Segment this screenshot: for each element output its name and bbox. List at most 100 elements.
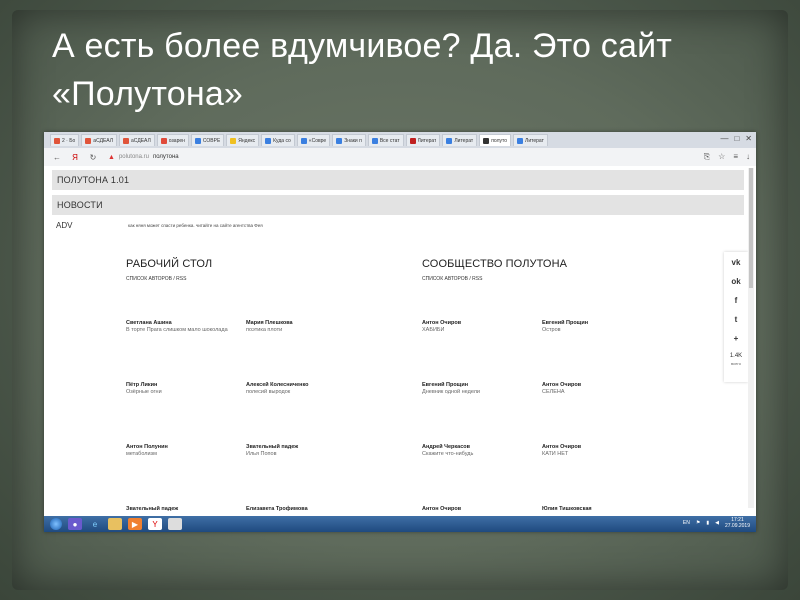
download-icon[interactable]: ↓ bbox=[746, 152, 750, 162]
tab-label: 2 · Бо bbox=[62, 137, 76, 144]
author-entry[interactable]: Евгений Прощин Остров bbox=[542, 320, 654, 334]
paint-icon[interactable] bbox=[168, 518, 182, 530]
author-name[interactable]: Светлана Ашина bbox=[126, 320, 238, 326]
author-name[interactable]: Звательный падеж bbox=[246, 444, 358, 450]
folder-icon[interactable] bbox=[108, 518, 122, 530]
author-entry[interactable]: Евгений Прощин Дневник одной недели bbox=[422, 382, 534, 396]
bookmark-icon[interactable]: ☆ bbox=[718, 152, 725, 162]
author-entry[interactable]: Светлана Ашина В торте Прага слишком мало… bbox=[126, 320, 238, 334]
author-name[interactable]: Пётр Ликин bbox=[126, 382, 238, 388]
author-entry[interactable]: Алексей Колесниченко полесий выродок bbox=[246, 382, 358, 396]
browser-tab[interactable]: «Совре bbox=[296, 134, 331, 146]
browser-tab[interactable]: Знаки п bbox=[332, 134, 366, 146]
translate-icon[interactable]: ⎘ bbox=[704, 152, 710, 162]
author-post-link[interactable]: полесий выродок bbox=[246, 389, 358, 396]
author-post-link[interactable]: Остров bbox=[542, 327, 654, 334]
browser-tab[interactable]: Литерат bbox=[513, 134, 548, 146]
author-name[interactable]: Елизавета Трофимова bbox=[246, 506, 358, 512]
author-post-link[interactable]: Скажите что-нибудь bbox=[422, 451, 534, 458]
adv-link[interactable]: как няня может спасти ребенка. читайте н… bbox=[128, 223, 263, 228]
author-post-link[interactable]: В торте Прага слишком мало шоколада bbox=[126, 327, 238, 334]
site-title[interactable]: ПОЛУТОНА 1.01 bbox=[57, 175, 129, 185]
column-title-community[interactable]: СООБЩЕСТВО ПОЛУТОНА bbox=[422, 258, 567, 270]
start-button[interactable] bbox=[50, 518, 62, 530]
close-button[interactable]: ✕ bbox=[745, 134, 752, 143]
minimize-button[interactable]: — bbox=[720, 134, 728, 143]
media-icon[interactable]: ▶ bbox=[128, 518, 142, 530]
author-name[interactable]: Звательный падеж bbox=[126, 506, 238, 512]
author-name[interactable]: Антон Очиров bbox=[542, 382, 654, 388]
browser-tab[interactable]: Куда со bbox=[261, 134, 295, 146]
author-entry[interactable]: Антон Очиров КАТИ НЕТ bbox=[542, 444, 654, 458]
reload-button[interactable]: ↻ bbox=[88, 153, 98, 162]
author-entry[interactable]: Пётр Ликин Озёрные огни bbox=[126, 382, 238, 396]
author-post-link[interactable]: КАТИ НЕТ bbox=[542, 451, 654, 458]
browser-tab[interactable]: Литерат bbox=[405, 134, 441, 146]
author-entry[interactable]: Антон Очиров bbox=[422, 506, 534, 513]
news-label[interactable]: НОВОСТИ bbox=[57, 200, 103, 210]
ok-icon[interactable]: ok bbox=[731, 277, 740, 286]
author-name[interactable]: Антон Полунин bbox=[126, 444, 238, 450]
author-name[interactable]: Юлия Тишковская bbox=[542, 506, 654, 512]
tab-label: Яндекс bbox=[238, 137, 256, 144]
plus-icon[interactable]: + bbox=[734, 334, 739, 343]
author-name[interactable]: Антон Очиров bbox=[422, 506, 534, 512]
yandex-browser-icon[interactable]: Y bbox=[148, 518, 162, 530]
facebook-icon[interactable]: f bbox=[735, 296, 738, 305]
author-post-link[interactable]: Озёрные огни bbox=[126, 389, 238, 396]
column-subtitle-community[interactable]: СПИСОК АВТОРОВ / RSS bbox=[422, 276, 482, 282]
maximize-button[interactable]: □ bbox=[734, 134, 739, 143]
browser-tab[interactable]: озарен bbox=[156, 134, 189, 146]
browser-tab[interactable]: аСДЕАЛ bbox=[119, 134, 155, 146]
twitter-icon[interactable]: t bbox=[735, 315, 738, 324]
author-post-link[interactable]: Илья Попов bbox=[246, 451, 358, 458]
clock[interactable]: 17:21 27.09.2019 bbox=[725, 517, 750, 529]
author-name[interactable]: Андрей Черкасов bbox=[422, 444, 534, 450]
cortana-icon[interactable]: ● bbox=[68, 518, 82, 530]
vk-icon[interactable]: vk bbox=[732, 258, 741, 267]
author-entry[interactable]: Звательный падеж Илья Попов bbox=[246, 444, 358, 458]
author-entry[interactable]: Антон Очиров СЕЛЕНА bbox=[542, 382, 654, 396]
author-entry[interactable]: Елизавета Трофимова bbox=[246, 506, 358, 513]
author-name[interactable]: Алексей Колесниченко bbox=[246, 382, 358, 388]
author-entry[interactable]: Мария Плешкова поэтика плоти bbox=[246, 320, 358, 334]
news-bar[interactable]: НОВОСТИ bbox=[52, 195, 744, 215]
column-title-desk[interactable]: РАБОЧИЙ СТОЛ bbox=[126, 258, 212, 270]
network-icon[interactable]: ▮ bbox=[706, 520, 709, 526]
yandex-icon[interactable]: Я bbox=[70, 153, 80, 162]
author-post-link[interactable]: ХАБИБИ bbox=[422, 327, 534, 334]
ie-icon[interactable]: e bbox=[88, 518, 102, 530]
scroll-thumb[interactable] bbox=[749, 168, 753, 288]
author-post-link[interactable]: поэтика плоти bbox=[246, 327, 358, 334]
adv-label: ADV bbox=[56, 221, 73, 230]
author-post-link[interactable]: СЕЛЕНА bbox=[542, 389, 654, 396]
author-entry[interactable]: Антон Полунин метаболизм bbox=[126, 444, 238, 458]
url-field[interactable]: ▲ polutona.ru полутона bbox=[108, 154, 179, 161]
author-name[interactable]: Антон Очиров bbox=[542, 444, 654, 450]
author-entry[interactable]: Звательный падеж bbox=[126, 506, 238, 513]
author-name[interactable]: Антон Очиров bbox=[422, 320, 534, 326]
back-button[interactable]: ← bbox=[52, 153, 62, 162]
author-entry[interactable]: Юлия Тишковская bbox=[542, 506, 654, 513]
author-name[interactable]: Евгений Прощин bbox=[542, 320, 654, 326]
language-indicator[interactable]: EN bbox=[683, 520, 690, 526]
menu-icon[interactable]: ≡ bbox=[733, 152, 738, 162]
flag-icon[interactable]: ⚑ bbox=[696, 520, 700, 526]
site-header[interactable]: ПОЛУТОНА 1.01 bbox=[52, 170, 744, 190]
author-name[interactable]: Евгений Прощин bbox=[422, 382, 534, 388]
browser-tab[interactable]: полуто bbox=[479, 134, 512, 146]
browser-tab[interactable]: Все стат bbox=[367, 134, 404, 146]
volume-icon[interactable]: ◀ bbox=[715, 520, 719, 526]
author-post-link[interactable]: Дневник одной недели bbox=[422, 389, 534, 396]
author-entry[interactable]: Андрей Черкасов Скажите что-нибудь bbox=[422, 444, 534, 458]
browser-tab[interactable]: СОВРЕ bbox=[190, 134, 225, 146]
author-entry[interactable]: Антон Очиров ХАБИБИ bbox=[422, 320, 534, 334]
browser-tab[interactable]: 2 · Бо bbox=[50, 134, 80, 146]
column-subtitle-desk[interactable]: СПИСОК АВТОРОВ / RSS bbox=[126, 276, 186, 282]
browser-tab[interactable]: Яндекс bbox=[226, 134, 260, 146]
browser-tab[interactable]: аСДЕАЛ bbox=[81, 134, 118, 146]
author-post-link[interactable]: метаболизм bbox=[126, 451, 238, 458]
browser-tab[interactable]: Литерат bbox=[442, 134, 478, 146]
scrollbar[interactable] bbox=[748, 168, 754, 508]
author-name[interactable]: Мария Плешкова bbox=[246, 320, 358, 326]
